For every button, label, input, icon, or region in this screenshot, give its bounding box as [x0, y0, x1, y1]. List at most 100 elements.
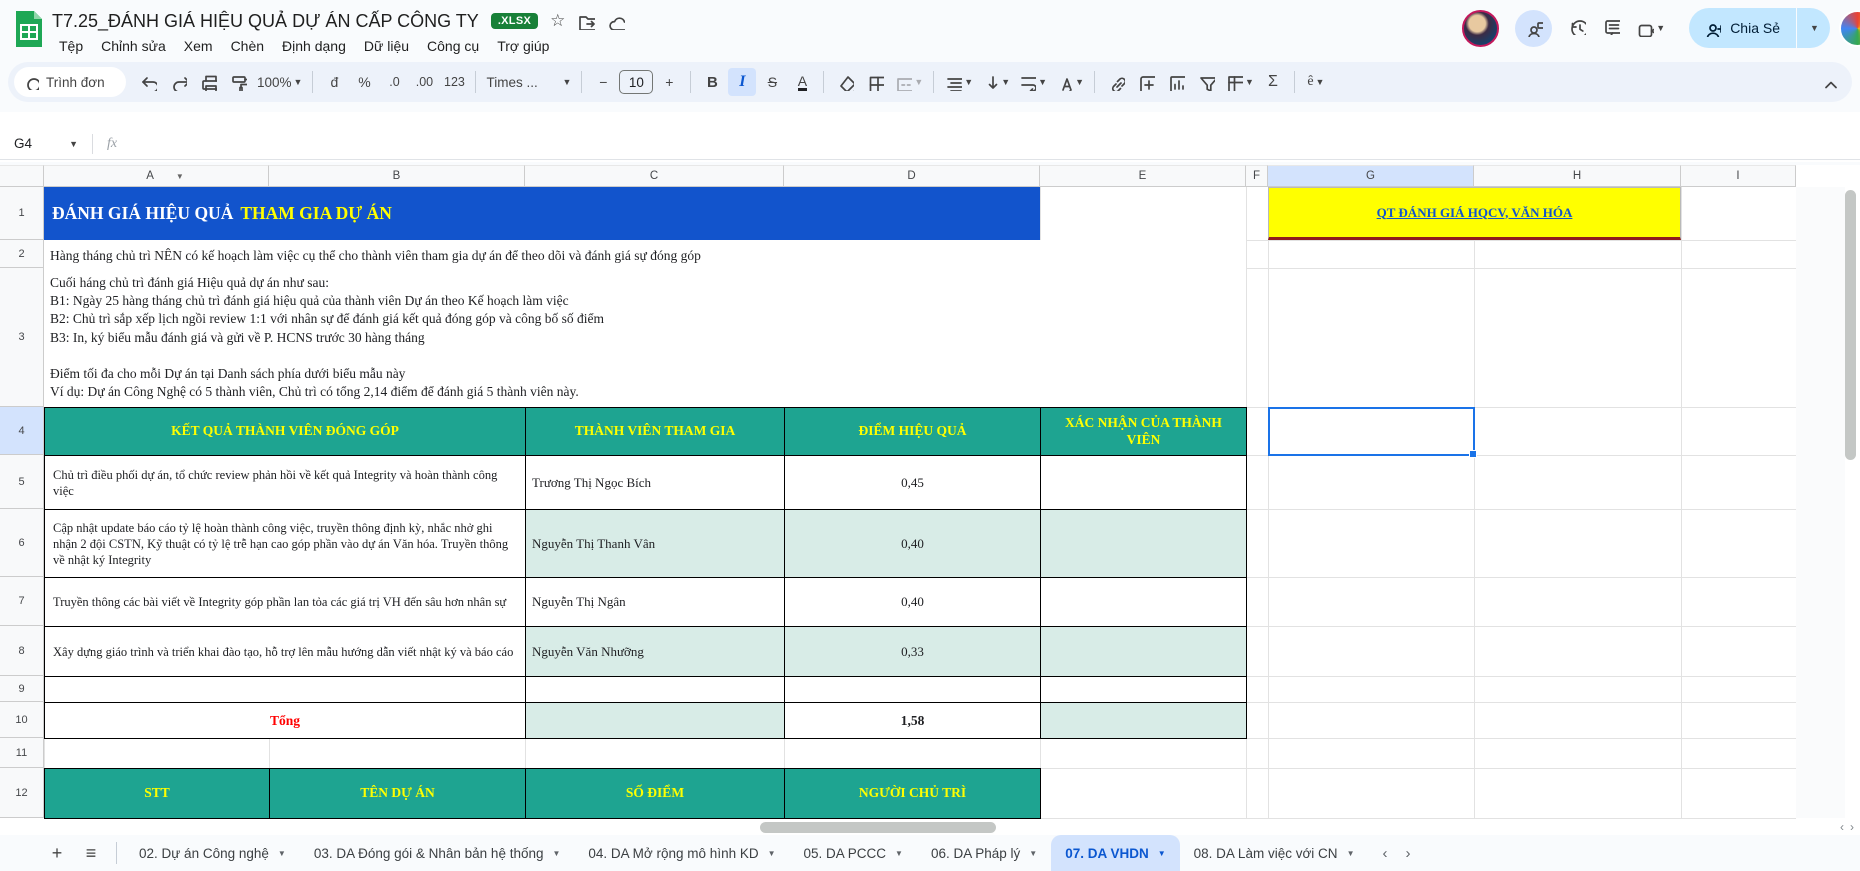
header-lead[interactable]: NGƯỜI CHỦ TRÌ	[785, 769, 1041, 819]
create-filter-button[interactable]	[1192, 68, 1220, 96]
column-header-i[interactable]: I	[1681, 165, 1796, 187]
video-call-caret-icon[interactable]: ▼	[1656, 23, 1665, 33]
redo-button[interactable]	[164, 68, 192, 96]
menu-insert[interactable]: Chèn	[224, 36, 271, 56]
cell-member[interactable]: Nguyễn Thị Thanh Vân	[526, 510, 785, 578]
font-select[interactable]: Times ...▼	[483, 68, 574, 96]
tab-caret-icon[interactable]: ▼	[1347, 849, 1355, 858]
print-button[interactable]	[194, 68, 222, 96]
process-link-text[interactable]: QT ĐÁNH GIÁ HQCV, VĂN HÓA	[1377, 205, 1573, 221]
sheets-logo-icon[interactable]	[14, 9, 44, 54]
menu-help[interactable]: Trợ giúp	[490, 36, 556, 56]
cell-total-value[interactable]: 1,58	[785, 703, 1041, 739]
name-box[interactable]: G4▼	[0, 136, 86, 151]
menu-data[interactable]: Dữ liệu	[357, 36, 416, 56]
undo-button[interactable]	[134, 68, 162, 96]
cell-banner-title[interactable]: ĐÁNH GIÁ HIỆU QUẢ THAM GIA DỰ ÁN	[44, 187, 1040, 240]
row-header-3[interactable]: 3	[0, 268, 44, 407]
sheet-tab-08-da-lam-viec-voi-cn[interactable]: 08. DA Làm việc với CN▼	[1180, 835, 1369, 871]
cell-desc[interactable]: Cập nhật update báo cáo tỷ lệ hoàn thành…	[45, 510, 526, 578]
tab-scroll-right-icon[interactable]: ›	[1405, 845, 1410, 862]
horizontal-scrollbar[interactable]	[760, 822, 996, 833]
collapse-toolbar-button[interactable]	[1814, 68, 1842, 96]
cell-empty[interactable]	[526, 703, 785, 739]
document-title[interactable]: T7.25_ĐÁNH GIÁ HIỆU QUẢ DỰ ÁN CẤP CÔNG T…	[52, 11, 479, 32]
cell-score[interactable]: 0,40	[785, 510, 1041, 578]
tab-caret-icon[interactable]: ▼	[768, 849, 776, 858]
selected-cell-g4[interactable]	[1268, 407, 1475, 456]
tab-caret-icon[interactable]: ▼	[278, 849, 286, 858]
cell-desc[interactable]: Chủ trì điều phối dự án, tổ chức review …	[45, 456, 526, 510]
cell-desc[interactable]: Xây dựng giáo trình và triển khai đào tạ…	[45, 627, 526, 677]
bold-button[interactable]: B	[698, 68, 726, 96]
row-header-10[interactable]: 10	[0, 702, 44, 738]
cell-confirm[interactable]	[1041, 578, 1247, 627]
vertical-scrollbar[interactable]	[1845, 190, 1856, 460]
row-header-6[interactable]: 6	[0, 509, 44, 577]
insert-chart-button[interactable]	[1162, 68, 1190, 96]
add-sheet-button[interactable]: +	[40, 838, 74, 868]
cell-score[interactable]: 0,45	[785, 456, 1041, 510]
sheet-tab-02-du-an-cong-nghe[interactable]: 02. Dự án Công nghệ▼	[125, 835, 300, 871]
text-wrap-button[interactable]: ▼	[1015, 68, 1050, 96]
format-percent-button[interactable]: %	[350, 68, 378, 96]
tab-caret-icon[interactable]: ▼	[1158, 849, 1166, 858]
sheet-tab-07-da-vhdn-active[interactable]: 07. DA VHDN▼	[1051, 835, 1179, 871]
cell-empty[interactable]	[1041, 677, 1247, 703]
cell-empty[interactable]	[785, 677, 1041, 703]
search-menus-button[interactable]: Trình đơn	[14, 67, 126, 97]
input-tools-button[interactable]: ê▼	[1302, 68, 1330, 96]
move-folder-icon[interactable]	[577, 12, 595, 30]
tab-caret-icon[interactable]: ▼	[895, 849, 903, 858]
collaborator-avatar[interactable]	[1462, 10, 1499, 47]
header-contribution[interactable]: KẾT QUẢ THÀNH VIÊN ĐÓNG GÓP	[45, 408, 526, 456]
functions-button[interactable]: Σ	[1259, 68, 1287, 96]
font-size-input[interactable]: 10	[619, 70, 653, 94]
cell-confirm[interactable]	[1041, 510, 1247, 578]
decrease-font-size-button[interactable]: −	[589, 68, 617, 96]
menu-file[interactable]: Tệp	[52, 36, 90, 56]
cell-empty[interactable]	[45, 677, 526, 703]
select-all-corner[interactable]	[0, 165, 44, 187]
cell-confirm[interactable]	[1041, 456, 1247, 510]
column-header-f[interactable]: F	[1246, 165, 1268, 187]
formula-input[interactable]	[117, 128, 1860, 159]
row-header-4[interactable]: 4	[0, 407, 44, 455]
row-header-7[interactable]: 7	[0, 577, 44, 626]
tab-caret-icon[interactable]: ▼	[1029, 849, 1037, 858]
text-rotation-button[interactable]: ▼	[1052, 68, 1087, 96]
insert-comment-button[interactable]	[1132, 68, 1160, 96]
sheet-tab-03-da-dong-goi[interactable]: 03. DA Đóng gói & Nhân bản hệ thống▼	[300, 835, 575, 871]
row-header-8[interactable]: 8	[0, 626, 44, 676]
header-member[interactable]: THÀNH VIÊN THAM GIA	[526, 408, 785, 456]
share-button[interactable]: Chia Sẻ	[1689, 8, 1796, 48]
tab-caret-icon[interactable]: ▼	[552, 849, 560, 858]
increase-font-size-button[interactable]: +	[655, 68, 683, 96]
italic-button[interactable]: I	[728, 68, 756, 96]
row-header-12[interactable]: 12	[0, 768, 44, 818]
merge-cells-button[interactable]: ▼	[891, 68, 926, 96]
menu-view[interactable]: Xem	[177, 36, 220, 56]
borders-button[interactable]	[861, 68, 889, 96]
menu-format[interactable]: Định dạng	[275, 36, 353, 56]
cell-total-label[interactable]: Tổng	[45, 703, 526, 739]
column-header-a[interactable]: A▼	[44, 165, 269, 187]
sheet-tab-05-da-pccc[interactable]: 05. DA PCCC▼	[790, 835, 917, 871]
paint-format-button[interactable]	[224, 68, 252, 96]
row-header-9[interactable]: 9	[0, 676, 44, 702]
cell-empty[interactable]	[526, 677, 785, 703]
number-format-button[interactable]: 123	[440, 68, 468, 96]
vertical-align-button[interactable]: ▼	[978, 68, 1013, 96]
cell-note-row2[interactable]: Hàng tháng chủ trì NÊN có kế hoạch làm v…	[44, 240, 1246, 268]
sheet-tab-04-da-mo-rong[interactable]: 04. DA Mở rộng mô hình KD▼	[574, 835, 789, 871]
increase-decimal-button[interactable]: .00	[410, 68, 438, 96]
cell-note-row3[interactable]: Cuối háng chủ trì đánh giá Hiệu quả dự á…	[44, 268, 1246, 407]
cell-member[interactable]: Nguyễn Thị Ngân	[526, 578, 785, 627]
row-header-5[interactable]: 5	[0, 455, 44, 509]
comments-icon[interactable]	[1602, 17, 1620, 40]
star-icon[interactable]: ☆	[550, 11, 565, 31]
cell-score[interactable]: 0,33	[785, 627, 1041, 677]
row-header-1[interactable]: 1	[0, 187, 44, 240]
cell-member[interactable]: Trương Thị Ngọc Bích	[526, 456, 785, 510]
all-sheets-button[interactable]: ≡	[74, 838, 108, 868]
